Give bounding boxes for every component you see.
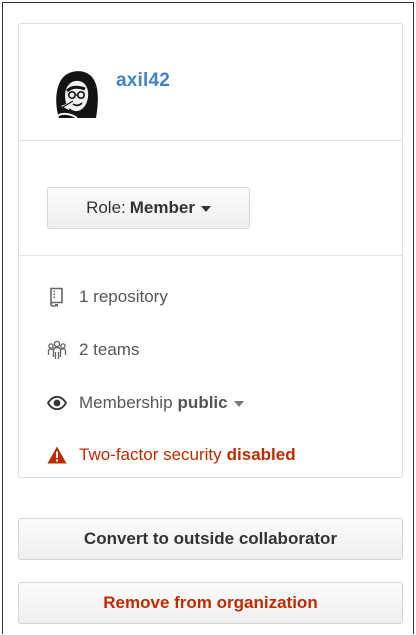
teams-item[interactable]: 2 teams [47, 340, 139, 360]
member-profile: axil42 [19, 24, 402, 141]
convert-to-outside-collaborator-button[interactable]: Convert to outside collaborator [18, 518, 403, 560]
avatar[interactable] [49, 66, 103, 120]
membership-visibility-dropdown[interactable]: Membership public [47, 393, 244, 413]
role-dropdown-button[interactable]: Role: Member [47, 187, 250, 229]
avatar-image [49, 66, 103, 120]
repo-icon [47, 287, 67, 307]
repositories-item[interactable]: 1 repository [47, 287, 168, 307]
eye-icon [47, 393, 67, 413]
organization-icon [47, 340, 67, 360]
teams-count: 2 teams [79, 340, 140, 359]
two-factor-status: Two-factor security disabled [47, 445, 296, 465]
username-link[interactable]: axil42 [116, 70, 170, 92]
member-card: axil42 Role: Member 1 repository 2 teams… [18, 23, 403, 478]
alert-icon [47, 445, 67, 465]
role-section: Role: Member [19, 141, 402, 256]
two-factor-label: Two-factor security [79, 445, 222, 464]
member-info-list: 1 repository 2 teams Membership public T… [19, 256, 402, 478]
page-frame: axil42 Role: Member 1 repository 2 teams… [2, 2, 414, 634]
role-value: Member [129, 198, 195, 217]
membership-label: Membership [79, 393, 173, 412]
remove-from-organization-button[interactable]: Remove from organization [18, 582, 403, 624]
caret-down-icon [200, 206, 211, 212]
role-label: Role: [86, 198, 126, 217]
caret-down-icon [233, 401, 244, 407]
repositories-count: 1 repository [79, 287, 168, 306]
two-factor-value: disabled [226, 445, 296, 464]
membership-value: public [177, 393, 228, 412]
